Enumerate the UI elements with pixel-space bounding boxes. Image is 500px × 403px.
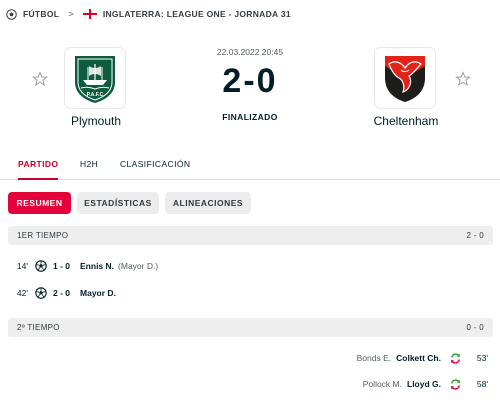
svg-text:P.A.F.C: P.A.F.C — [87, 92, 104, 98]
away-team-name[interactable]: Cheltenham — [351, 114, 461, 128]
substitution-event: Pollock M. Lloyd G. 58' — [363, 376, 488, 392]
event-score: 2 - 0 — [53, 288, 71, 298]
away-team-logo[interactable] — [374, 47, 436, 109]
match-tabs: PARTIDO H2H CLASIFICACIÓN — [0, 152, 500, 180]
breadcrumb: FÚTBOL > INGLATERRA: LEAGUE ONE - JORNAD… — [0, 0, 500, 28]
home-team-name[interactable]: Plymouth — [41, 114, 151, 128]
tab-h2h[interactable]: H2H — [80, 159, 98, 180]
period-score: 2 - 0 — [466, 231, 484, 240]
goal-ball-icon — [35, 260, 47, 272]
england-flag-icon — [82, 9, 97, 19]
favorite-home-star-icon[interactable] — [32, 71, 48, 87]
favorite-away-star-icon[interactable] — [455, 71, 471, 87]
period-header-first-half: 1ER TIEMPO 2 - 0 — [8, 226, 493, 245]
breadcrumb-separator: > — [68, 9, 74, 19]
breadcrumb-sport[interactable]: FÚTBOL — [23, 9, 59, 19]
plymouth-crest-icon: P.A.F.C — [75, 56, 115, 103]
match-date: 22.03.2022 20:45 — [216, 47, 284, 57]
event-assist[interactable]: (Mayor D.) — [118, 261, 158, 271]
event-score: 1 - 0 — [53, 261, 71, 271]
event-minute: 58' — [476, 379, 488, 389]
breadcrumb-competition[interactable]: INGLATERRA: LEAGUE ONE - JORNADA 31 — [103, 9, 291, 19]
player-out[interactable]: Bonds E. — [357, 353, 392, 363]
goal-event: 14' 1 - 0 Ennis N. (Mayor D.) — [4, 259, 158, 273]
home-team-logo[interactable]: P.A.F.C — [64, 47, 126, 109]
player-in[interactable]: Colkett Ch. — [396, 353, 441, 363]
player-out[interactable]: Pollock M. — [363, 379, 402, 389]
event-player[interactable]: Mayor D. — [80, 288, 116, 298]
period-score: 0 - 0 — [466, 323, 484, 332]
event-minute: 42' — [16, 288, 28, 298]
period-header-second-half: 2º TIEMPO 0 - 0 — [8, 318, 493, 337]
substitution-icon — [451, 378, 460, 390]
match-status: FINALIZADO — [222, 112, 278, 122]
match-score: 2-0 — [222, 62, 278, 100]
event-minute: 53' — [476, 353, 488, 363]
tab-clasificacion[interactable]: CLASIFICACIÓN — [120, 159, 190, 180]
subtab-estadisticas[interactable]: ESTADÍSTICAS — [77, 192, 159, 214]
substitution-event: Bonds E. Colkett Ch. 53' — [357, 350, 488, 366]
goal-ball-icon — [35, 287, 47, 299]
period-label: 1ER TIEMPO — [17, 231, 69, 240]
player-in[interactable]: Lloyd G. — [407, 379, 441, 389]
event-minute: 14' — [16, 261, 28, 271]
event-player[interactable]: Ennis N. — [80, 261, 114, 271]
subtab-alineaciones[interactable]: ALINEACIONES — [165, 192, 251, 214]
subtab-resumen[interactable]: RESUMEN — [8, 192, 71, 214]
tab-partido[interactable]: PARTIDO — [18, 159, 59, 180]
soccer-ball-icon — [6, 8, 17, 20]
substitution-icon — [451, 352, 460, 364]
cheltenham-crest-icon — [385, 56, 425, 102]
period-label: 2º TIEMPO — [17, 323, 60, 332]
subtabs: RESUMEN ESTADÍSTICAS ALINEACIONES — [0, 192, 500, 216]
goal-event: 42' 2 - 0 Mayor D. — [4, 286, 116, 300]
